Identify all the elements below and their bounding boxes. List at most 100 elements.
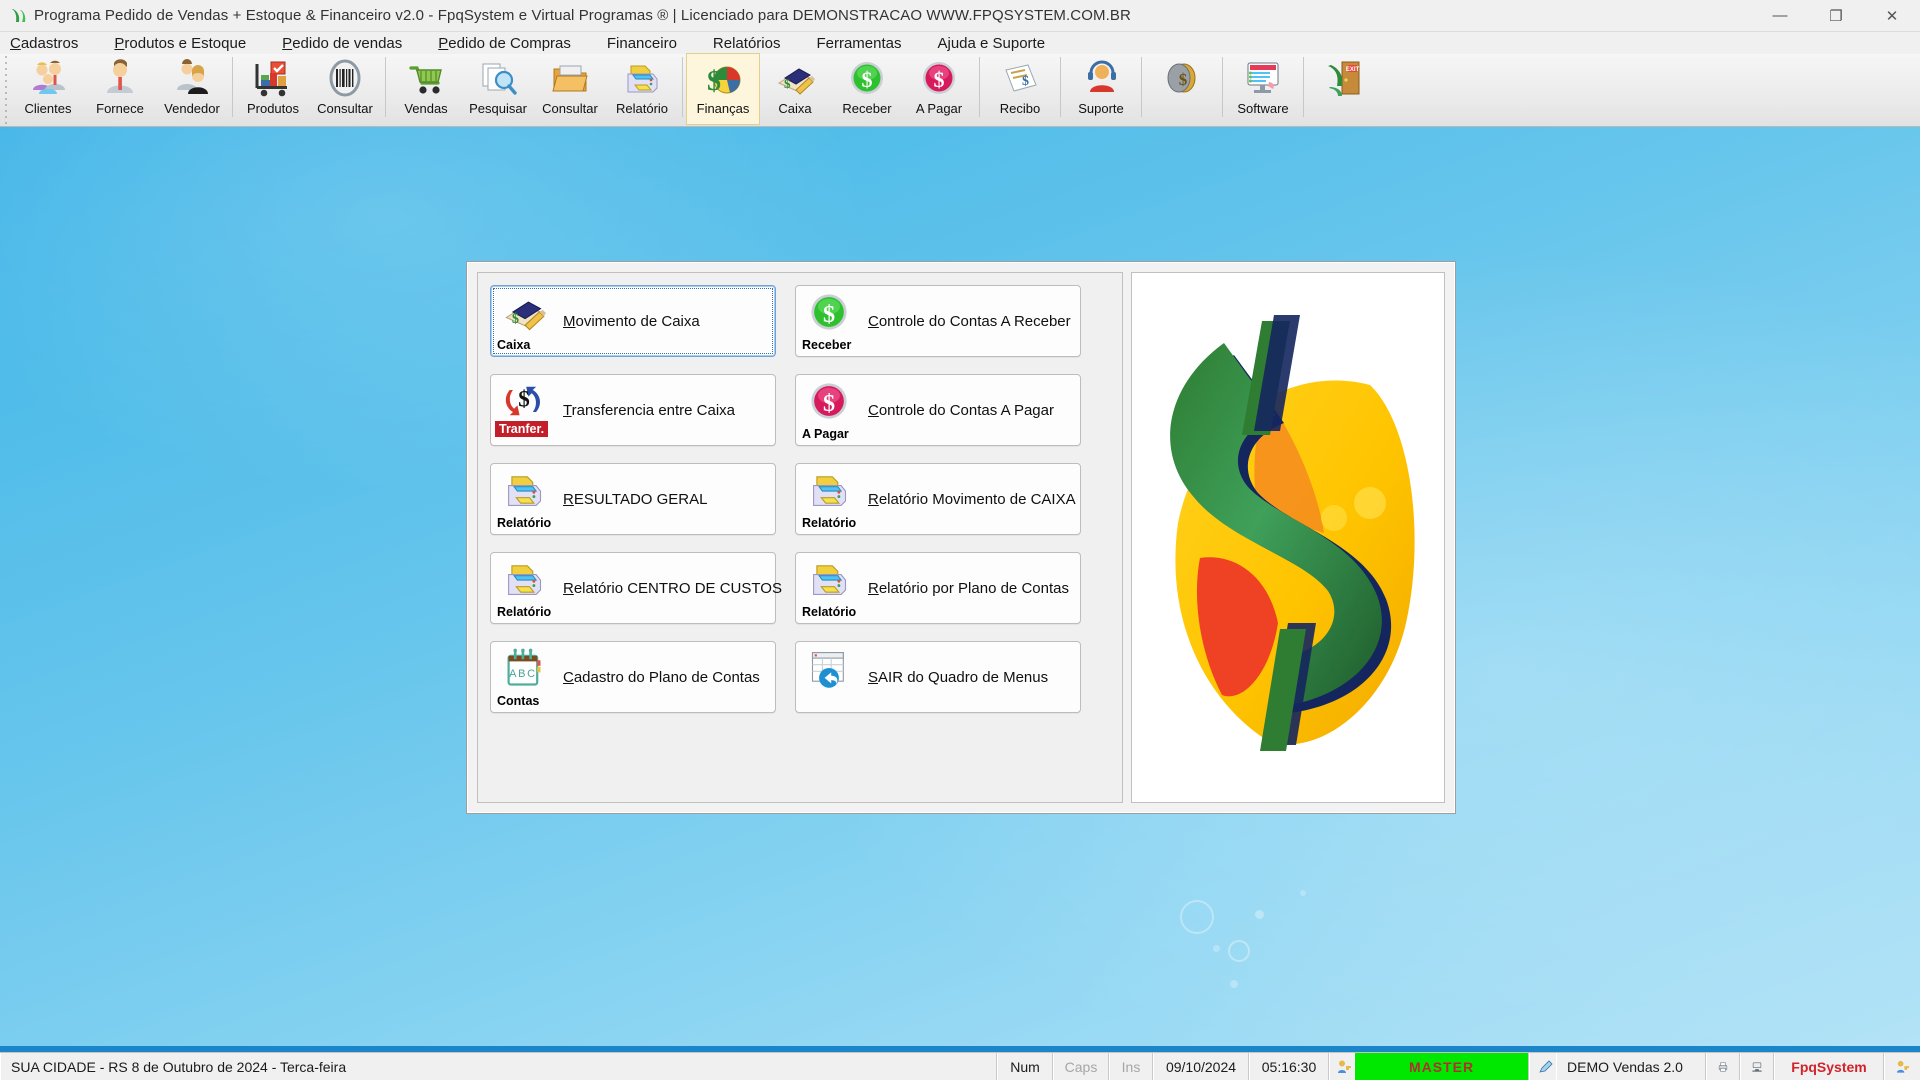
toolbar-group-3: Vendas Pesquisar Consultar Relatório — [390, 54, 678, 127]
menu-item-pedido-de-compras[interactable]: Pedido de Compras — [438, 35, 571, 52]
toolbar-button-label: Clientes — [24, 101, 72, 116]
menu-button-label: SAIR do Quadro de Menus — [868, 668, 1049, 686]
toolbar-button-finanças[interactable]: $ Finanças — [686, 53, 760, 125]
menu-button-icon-wrap: Relatório — [495, 555, 557, 621]
dollar-shield-logo — [1138, 279, 1438, 796]
menu-item-cadastros[interactable]: Cadastros — [10, 35, 78, 52]
menu-button-relat-rio-movimento-de-caixa[interactable]: Relatório Relatório Movimento de CAIXA — [795, 463, 1081, 535]
toolbar-separator — [1141, 57, 1142, 117]
abc-index-icon: ABC — [495, 646, 553, 690]
shopping-cart-icon — [404, 58, 448, 98]
menu-button-sublabel: Caixa — [497, 338, 531, 352]
pen-icon — [1529, 1053, 1556, 1080]
toolbar-button-software[interactable]: Software — [1227, 54, 1299, 124]
menu-button-label: Transferencia entre Caixa — [563, 401, 736, 419]
brand-user-key-icon — [1884, 1053, 1920, 1080]
menu-button-grid: $ Caixa Movimento de Caixa $ Receber Contro… — [490, 285, 1110, 713]
toolbar-button-label: Consultar — [542, 101, 598, 116]
desktop-decoration-circle-1 — [1180, 900, 1214, 934]
toolbar-button-receber[interactable]: $ Receber — [831, 54, 903, 124]
toolbar-button-vendas[interactable]: Vendas — [390, 54, 462, 124]
menu-button-icon-wrap: $ Caixa — [495, 288, 557, 354]
toolbar-button-relatório[interactable]: Relatório — [606, 54, 678, 124]
toolbar-button-consultar[interactable]: Consultar — [534, 54, 606, 124]
menu-item-produtos-e-estoque[interactable]: Produtos e Estoque — [114, 35, 246, 52]
menu-button-relat-rio-por-plano-de-contas[interactable]: Relatório Relatório por Plano de Contas — [795, 552, 1081, 624]
status-time: 05:16:30 — [1249, 1053, 1329, 1080]
svg-text:$: $ — [512, 311, 519, 327]
toolbar-separator — [232, 57, 233, 117]
toolbar-separator — [682, 57, 683, 117]
status-user-level: MASTER — [1354, 1053, 1529, 1080]
toolbar-grip[interactable] — [2, 54, 12, 124]
maximize-button[interactable]: ❐ — [1808, 0, 1864, 32]
toolbar-group-5: $ Recibo — [984, 54, 1056, 127]
menu-button-relat-rio-centro-de-custos[interactable]: Relatório Relatório CENTRO DE CUSTOS — [490, 552, 782, 624]
menu-button-sublabel: Relatório — [497, 605, 552, 619]
toolbar-button-label: Vendedor — [164, 101, 220, 116]
toolbar-group-4: $ Finanças $ Caixa $ Receber $ A Pagar — [686, 53, 975, 127]
menu-button-cadastro-do-plano-de-contas[interactable]: ABC Contas Cadastro do Plano de Contas — [490, 641, 776, 713]
menu-button-sublabel: Relatório — [802, 605, 857, 619]
menu-button-sair-do-quadro-de-menus[interactable]: SAIR do Quadro de Menus — [795, 641, 1081, 713]
toolbar-button-caixa[interactable]: $ Caixa — [759, 54, 831, 124]
menu-button-controle-do-contas-a-pagar[interactable]: $ A Pagar Controle do Contas A Pagar — [795, 374, 1081, 446]
menu-button-icon-wrap: ABC Contas — [495, 644, 557, 710]
status-brand: FpqSystem — [1774, 1053, 1884, 1080]
toolbar-button-a-pagar[interactable]: $ A Pagar — [903, 54, 975, 124]
printer-report-icon — [800, 468, 858, 512]
menu-button-icon-wrap: Relatório — [800, 466, 862, 532]
status-bar: SUA CIDADE - RS 8 de Outubro de 2024 - T… — [0, 1052, 1920, 1080]
menu-button-icon-wrap — [800, 644, 862, 710]
status-num-indicator: Num — [997, 1053, 1053, 1080]
svg-text:$: $ — [1022, 74, 1029, 89]
menu-button-sublabel: Receber — [802, 338, 852, 352]
dollar-red-icon: $ — [800, 379, 858, 423]
menu-button-resultado-geral[interactable]: Relatório RESULTADO GERAL — [490, 463, 776, 535]
financial-menu-window: $ Caixa Movimento de Caixa $ Receber Contro… — [466, 261, 1456, 814]
menu-item-relatórios[interactable]: Relatórios — [713, 35, 781, 52]
menu-item-pedido-de-vendas[interactable]: Pedido de vendas — [282, 35, 402, 52]
menu-item-ferramentas[interactable]: Ferramentas — [816, 35, 901, 52]
toolbar-button-recibo[interactable]: $ Recibo — [984, 54, 1056, 124]
status-caps-indicator: Caps — [1053, 1053, 1109, 1080]
dollar-green-icon: $ — [845, 58, 889, 98]
toolbar-button-coins[interactable]: $ — [1146, 54, 1218, 124]
toolbar-group-7: $ — [1146, 54, 1218, 127]
menu-item-ajuda-e-suporte[interactable]: Ajuda e Suporte — [937, 35, 1045, 52]
menu-button-label: Controle do Contas A Receber — [868, 312, 1071, 330]
menu-button-icon-wrap: Relatório — [495, 466, 557, 532]
toolbar-button-pesquisar[interactable]: Pesquisar — [462, 54, 534, 124]
toolbar-button-label: Vendas — [404, 101, 448, 116]
toolbar-button-label: Suporte — [1078, 101, 1124, 116]
toolbar-button-suporte[interactable]: Suporte — [1065, 54, 1137, 124]
menu-button-icon-wrap: $ Receber — [800, 288, 862, 354]
menu-button-movimento-de-caixa[interactable]: $ Caixa Movimento de Caixa — [490, 285, 776, 357]
toolbar-separator — [385, 57, 386, 117]
toolbar-group-8: Software — [1227, 54, 1299, 127]
toolbar-button-clientes[interactable]: Clientes — [12, 54, 84, 124]
toolbar-button-fornece[interactable]: Fornece — [84, 54, 156, 124]
coins-icon: $ — [1160, 58, 1204, 98]
toolbar-button-vendedor[interactable]: Vendedor — [156, 54, 228, 124]
toolbar-button-exit-door[interactable]: EXIT — [1308, 54, 1380, 124]
window-controls: — ❐ ✕ — [1752, 0, 1920, 32]
close-button[interactable]: ✕ — [1864, 0, 1920, 32]
toolbar-button-label: Receber — [842, 101, 892, 116]
title-bar: Programa Pedido de Vendas + Estoque & Fi… — [0, 0, 1920, 32]
minimize-button[interactable]: — — [1752, 0, 1808, 32]
menu-button-transferencia-entre-caixa[interactable]: $ Tranfer. Transferencia entre Caixa — [490, 374, 776, 446]
menu-button-icon-wrap: Relatório — [800, 555, 862, 621]
status-edition: DEMO Vendas 2.0 — [1556, 1053, 1706, 1080]
menu-button-label: Cadastro do Plano de Contas — [563, 668, 760, 686]
menu-button-sublabel: Relatório — [497, 516, 552, 530]
menu-button-controle-do-contas-a-receber[interactable]: $ Receber Controle do Contas A Receber — [795, 285, 1081, 357]
menu-item-financeiro[interactable]: Financeiro — [607, 35, 677, 52]
toolbar-button-produtos[interactable]: Produtos — [237, 54, 309, 124]
svg-text:$: $ — [707, 66, 721, 97]
folder-open-icon — [548, 58, 592, 98]
receipt-icon: $ — [998, 58, 1042, 98]
toolbar-button-label: Fornece — [96, 101, 144, 116]
svg-text:$: $ — [1179, 70, 1188, 89]
toolbar-button-consultar[interactable]: Consultar — [309, 54, 381, 124]
